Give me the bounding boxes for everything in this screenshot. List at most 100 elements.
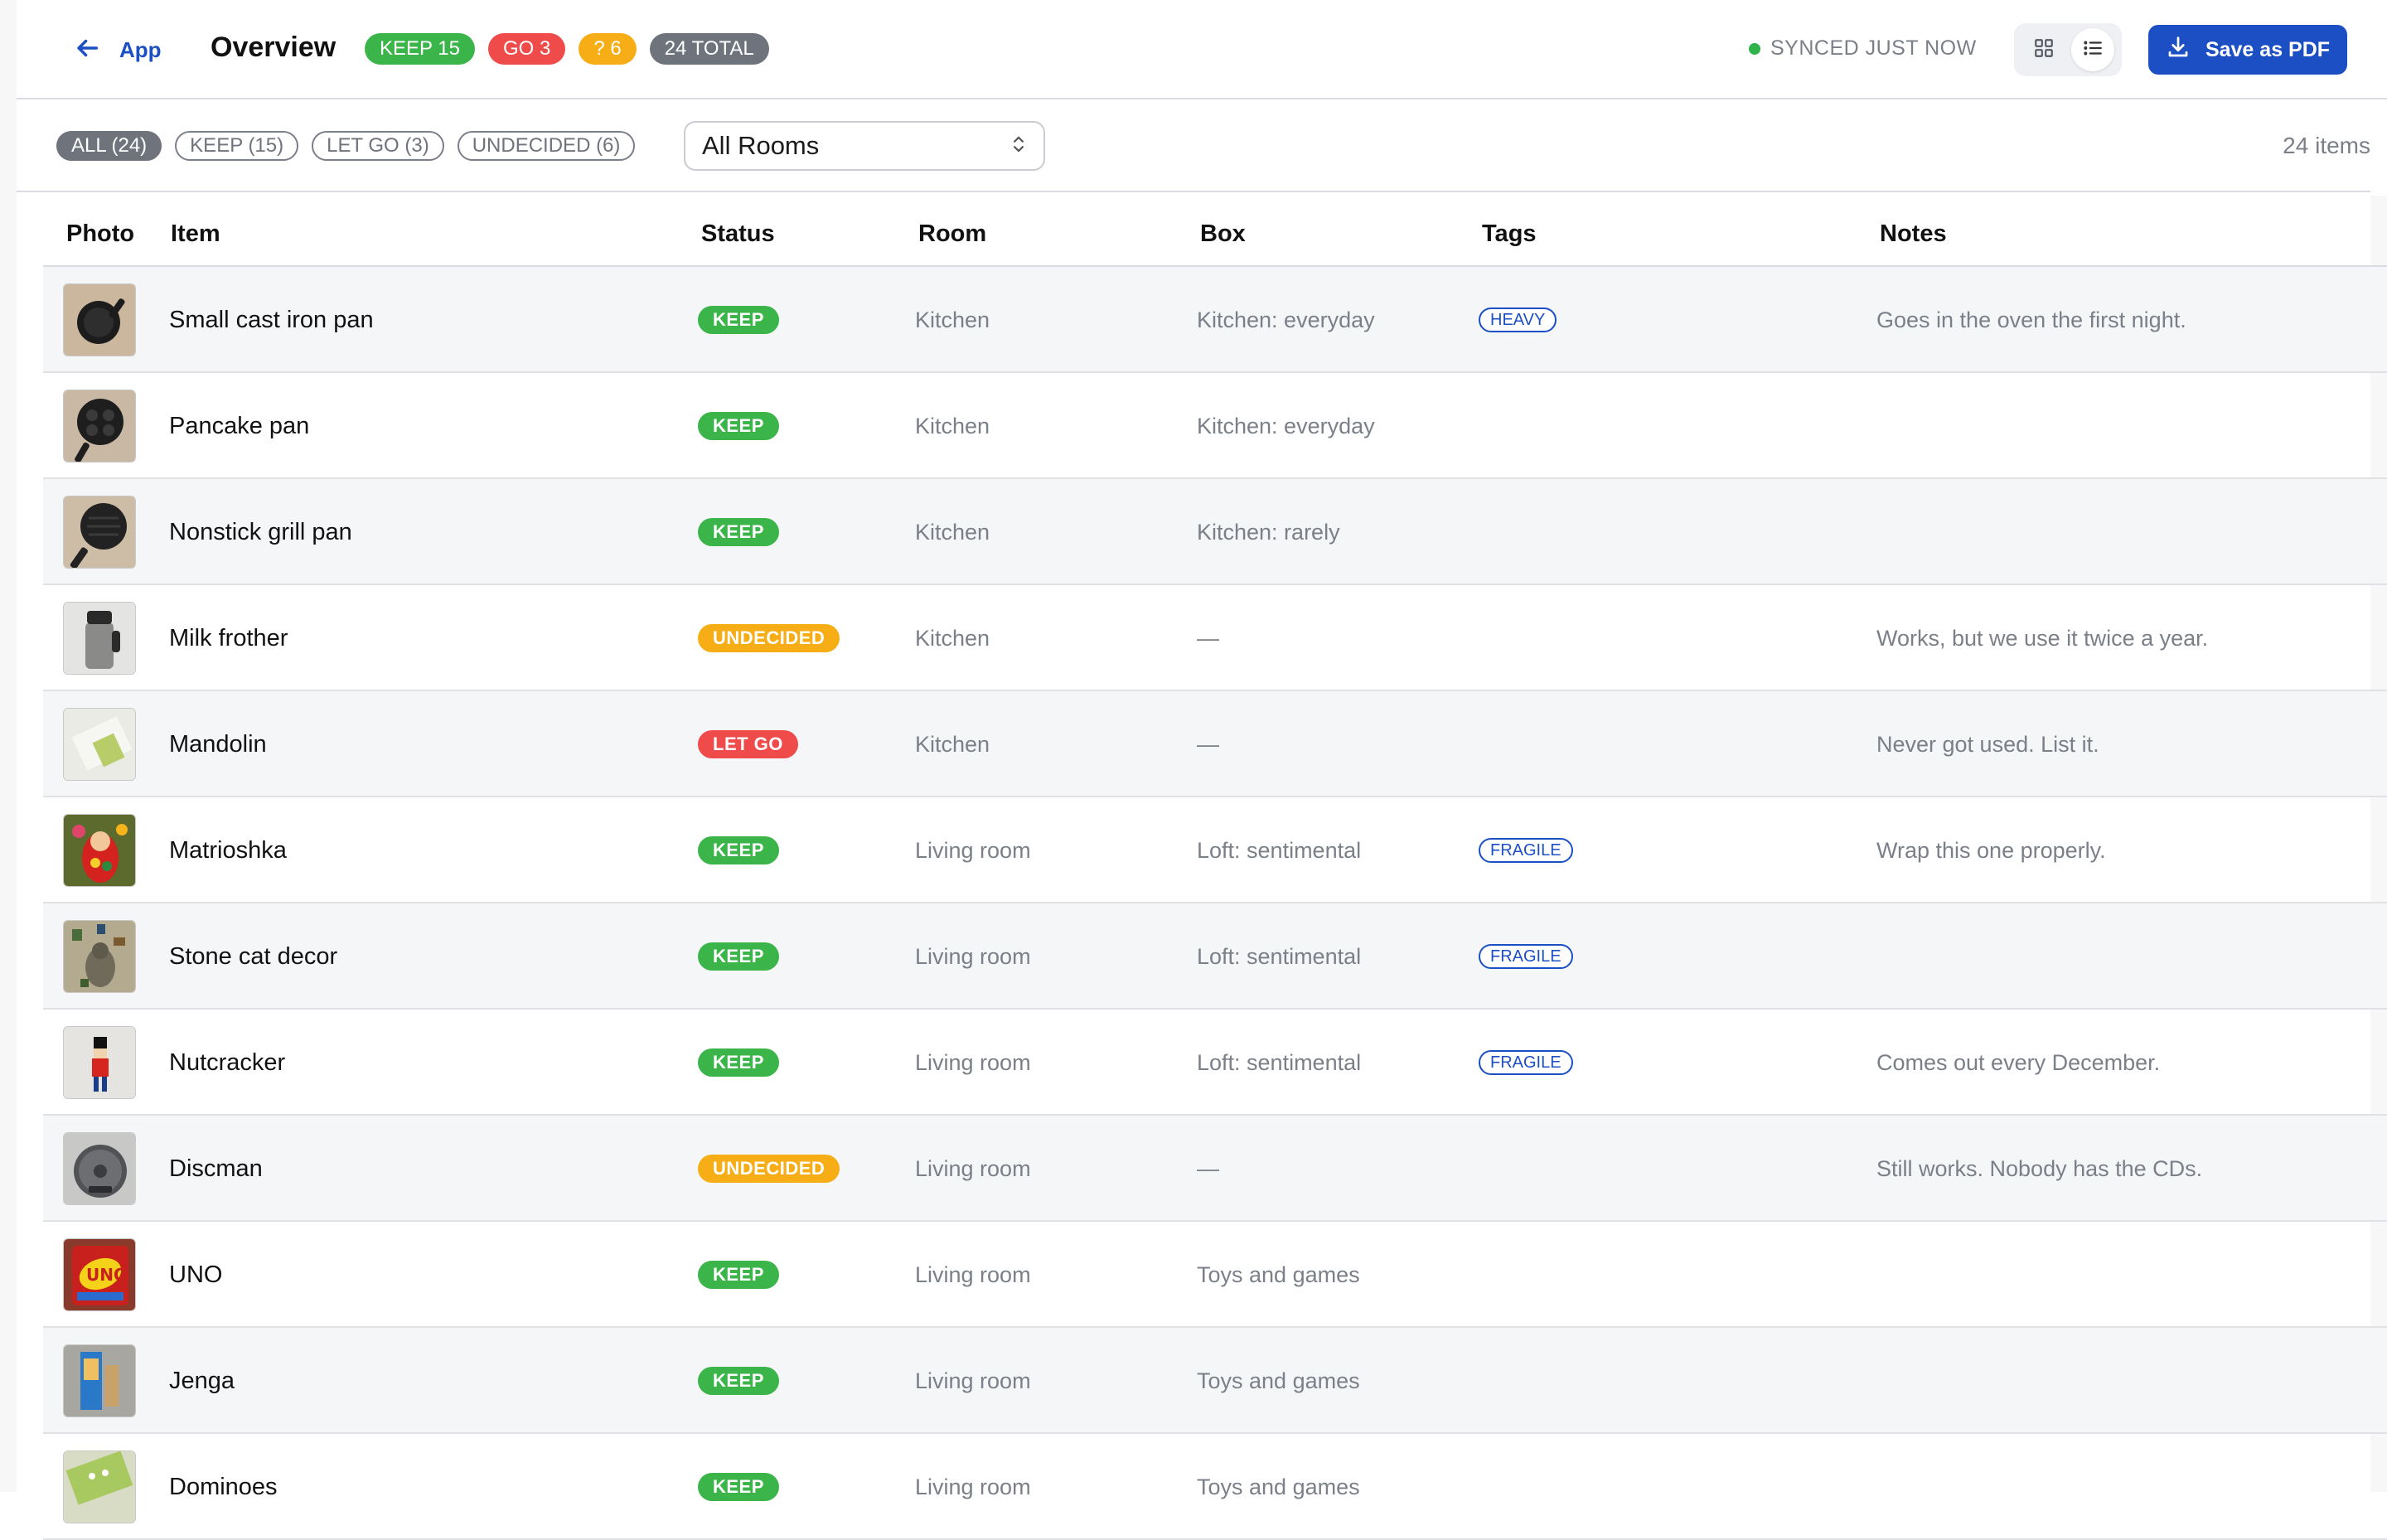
back-to-app-link[interactable]: App xyxy=(73,31,162,68)
status-badge[interactable]: KEEP xyxy=(698,836,779,864)
sync-status-text: SYNCED JUST NOW xyxy=(1770,36,1977,60)
status-badge[interactable]: KEEP xyxy=(698,1473,779,1501)
status-badge[interactable]: KEEP xyxy=(698,1367,779,1395)
item-photo[interactable] xyxy=(63,390,136,462)
box-cell: — xyxy=(1197,1155,1219,1181)
table-row[interactable]: Stone cat decor KEEP Living room Loft: sent… xyxy=(43,903,2387,1010)
grid-view-button[interactable] xyxy=(2022,28,2065,71)
back-label: App xyxy=(119,36,162,62)
table-row[interactable]: Small cast iron pan KEEP Kitchen Kitchen: e… xyxy=(43,267,2387,373)
column-header-room[interactable]: Room xyxy=(918,220,986,248)
status-badge[interactable]: KEEP xyxy=(698,518,779,546)
status-badge[interactable]: UNDECIDED xyxy=(698,624,840,652)
tags-cell: HEAVY xyxy=(1479,267,1557,373)
item-name[interactable]: UNO xyxy=(169,1222,222,1328)
jenga-photo xyxy=(64,1345,135,1417)
status-cell: KEEP xyxy=(698,1010,779,1116)
summary-undecided-pill: ? 6 xyxy=(579,33,637,65)
room-cell: Living room xyxy=(915,1049,1031,1075)
item-photo[interactable] xyxy=(63,708,136,781)
room-cell: Kitchen xyxy=(915,307,990,332)
column-header-status[interactable]: Status xyxy=(701,220,775,248)
item-name[interactable]: Milk frother xyxy=(169,585,288,691)
download-icon xyxy=(2166,35,2191,65)
items-table: Photo Item Status Room Box Tags Notes Sm… xyxy=(43,199,2387,1540)
column-header-photo[interactable]: Photo xyxy=(66,220,134,248)
status-badge[interactable]: LET GO xyxy=(698,730,798,758)
column-header-item[interactable]: Item xyxy=(171,220,220,248)
view-mode-toggle xyxy=(2014,23,2122,76)
column-header-notes[interactable]: Notes xyxy=(1880,220,1947,248)
pan-photo xyxy=(64,284,135,356)
notes-cell: Wrap this one properly. xyxy=(1876,837,2106,863)
table-row[interactable]: Pancake pan KEEP Kitchen Kitchen: everyday xyxy=(43,373,2387,479)
status-badge[interactable]: KEEP xyxy=(698,412,779,440)
tag-badge[interactable]: FRAGILE xyxy=(1479,1050,1573,1075)
status-cell: KEEP xyxy=(698,267,779,373)
room-select[interactable]: All Rooms xyxy=(684,121,1045,171)
box-cell: Kitchen: everyday xyxy=(1197,413,1375,438)
status-badge[interactable]: KEEP xyxy=(698,1261,779,1289)
table-row[interactable]: Dominoes KEEP Living room Toys and games xyxy=(43,1434,2387,1540)
item-photo[interactable] xyxy=(63,283,136,356)
save-as-pdf-label: Save as PDF xyxy=(2205,37,2331,61)
table-row[interactable]: Mandolin LET GO Kitchen — Never got used. Li… xyxy=(43,691,2387,797)
item-photo[interactable] xyxy=(63,496,136,569)
room-select-value: All Rooms xyxy=(702,131,820,160)
filter-chip-all[interactable]: ALL (24) xyxy=(56,131,162,161)
item-name[interactable]: Pancake pan xyxy=(169,373,309,479)
table-row[interactable]: UNO UNO KEEP Living room Toys and games xyxy=(43,1222,2387,1328)
item-name[interactable]: Small cast iron pan xyxy=(169,267,374,373)
summary-go-pill: GO 3 xyxy=(487,33,566,65)
item-photo[interactable] xyxy=(63,1026,136,1099)
table-row[interactable]: Discman UNDECIDED Living room — Still works.… xyxy=(43,1116,2387,1222)
room-cell: Living room xyxy=(915,1155,1031,1181)
status-badge[interactable]: KEEP xyxy=(698,306,779,334)
table-row[interactable]: Jenga KEEP Living room Toys and games xyxy=(43,1328,2387,1434)
save-as-pdf-button[interactable]: Save as PDF xyxy=(2148,25,2347,75)
mandolin-photo xyxy=(64,709,135,780)
table-row[interactable]: Nutcracker KEEP Living room Loft: sentiment… xyxy=(43,1010,2387,1116)
status-badge[interactable]: KEEP xyxy=(698,942,779,971)
notes-cell: Works, but we use it twice a year. xyxy=(1876,625,2209,651)
tag-badge[interactable]: FRAGILE xyxy=(1479,838,1573,863)
item-name[interactable]: Mandolin xyxy=(169,691,267,797)
room-cell: Kitchen xyxy=(915,731,990,757)
room-cell: Kitchen xyxy=(915,519,990,545)
item-name[interactable]: Matrioshka xyxy=(169,797,287,903)
room-cell: Living room xyxy=(915,1262,1031,1287)
item-name[interactable]: Jenga xyxy=(169,1328,235,1434)
item-photo[interactable] xyxy=(63,814,136,887)
table-row[interactable]: Nonstick grill pan KEEP Kitchen Kitchen: ra… xyxy=(43,479,2387,585)
item-photo[interactable] xyxy=(63,1344,136,1417)
stone-cat-photo xyxy=(64,921,135,992)
item-name[interactable]: Nonstick grill pan xyxy=(169,479,352,585)
filter-chip-keep[interactable]: KEEP (15) xyxy=(175,131,299,161)
box-cell: Kitchen: everyday xyxy=(1197,307,1375,332)
top-bar: App Overview KEEP 15 GO 3 ? 6 24 TOTAL S… xyxy=(17,0,2387,99)
item-name[interactable]: Stone cat decor xyxy=(169,903,337,1010)
filter-chip-undecided[interactable]: UNDECIDED (6) xyxy=(457,131,636,161)
column-header-box[interactable]: Box xyxy=(1200,220,1246,248)
status-badge[interactable]: KEEP xyxy=(698,1048,779,1077)
column-header-tags[interactable]: Tags xyxy=(1482,220,1537,248)
item-name[interactable]: Discman xyxy=(169,1116,263,1222)
tag-badge[interactable]: HEAVY xyxy=(1479,308,1557,332)
item-name[interactable]: Nutcracker xyxy=(169,1010,285,1116)
item-photo[interactable]: UNO xyxy=(63,1238,136,1311)
notes-cell: Still works. Nobody has the CDs. xyxy=(1876,1155,2203,1181)
item-photo[interactable] xyxy=(63,920,136,993)
filter-chip-let-go[interactable]: LET GO (3) xyxy=(312,131,444,161)
status-badge[interactable]: UNDECIDED xyxy=(698,1155,840,1183)
table-row[interactable]: Matrioshka KEEP Living room Loft: sentiment… xyxy=(43,797,2387,903)
item-photo[interactable] xyxy=(63,1450,136,1523)
summary-keep-pill: KEEP 15 xyxy=(365,33,475,65)
sync-status: SYNCED JUST NOW xyxy=(1749,36,1977,61)
item-photo[interactable] xyxy=(63,602,136,675)
table-row[interactable]: Milk frother UNDECIDED Kitchen — Works, but … xyxy=(43,585,2387,691)
frother-photo xyxy=(64,603,135,674)
item-photo[interactable] xyxy=(63,1132,136,1205)
tag-badge[interactable]: FRAGILE xyxy=(1479,944,1573,969)
list-view-button[interactable] xyxy=(2070,28,2114,71)
item-name[interactable]: Dominoes xyxy=(169,1434,278,1540)
